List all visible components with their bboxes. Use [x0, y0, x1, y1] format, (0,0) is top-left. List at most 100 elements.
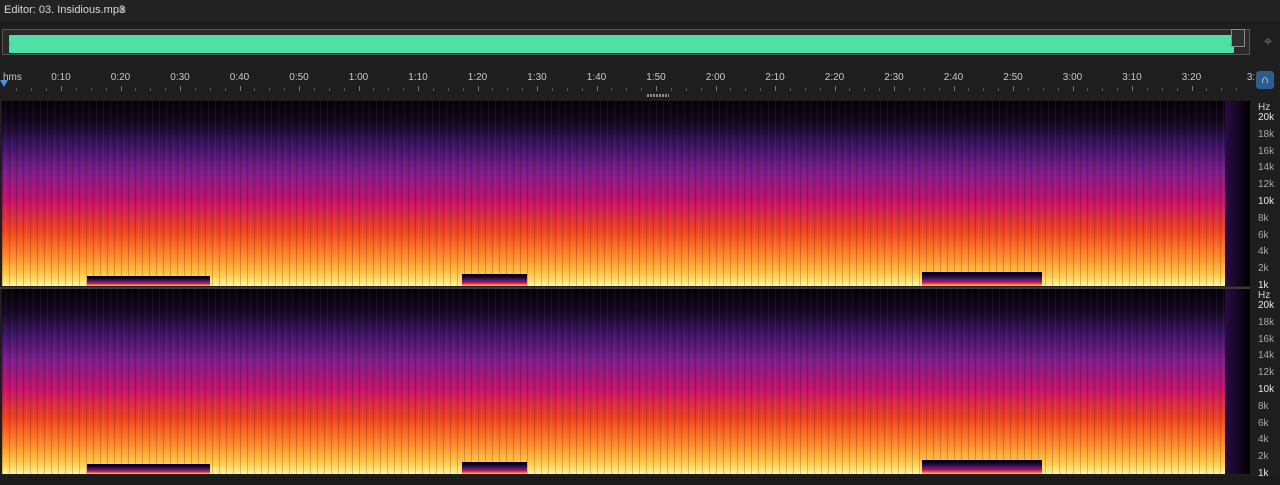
ruler-minor-tick [224, 88, 226, 91]
spectral-channel-left[interactable] [2, 101, 1250, 286]
frequency-label: 10k [1258, 384, 1275, 395]
ruler-minor-tick [16, 88, 18, 91]
quiet-region [462, 462, 527, 474]
ruler-time-label: 3:00 [1062, 72, 1083, 83]
frequency-label: 12k [1258, 179, 1275, 191]
time-ruler[interactable]: hms 0:10 0:20 0:30 0:40 0:50 1:00 1:10 1:20 1:30 1… [0, 68, 1255, 94]
waveform-overview[interactable] [0, 26, 1280, 60]
ruler-minor-tick [1146, 88, 1148, 91]
ruler-minor-tick [968, 88, 970, 91]
ruler-minor-tick [730, 88, 732, 91]
ruler-major-tick [1132, 86, 1133, 91]
ruler-minor-tick [1102, 88, 1104, 91]
ruler-time-label: 1:20 [467, 72, 488, 83]
ruler-minor-tick [745, 88, 747, 91]
ruler-major-tick [656, 86, 657, 91]
track-end-fade [1225, 101, 1250, 286]
ruler-time-label: 3: [1246, 72, 1256, 83]
ruler-time-label: 0:30 [170, 72, 190, 83]
overview-viewport[interactable] [2, 29, 1250, 55]
frequency-label: 14k [1258, 162, 1275, 174]
ruler-minor-tick [700, 88, 702, 91]
playhead-marker[interactable] [0, 80, 8, 87]
ruler-minor-tick [566, 88, 568, 91]
ruler-major-tick [61, 86, 62, 91]
ruler-minor-tick [849, 88, 851, 91]
ruler-minor-tick [194, 88, 196, 91]
ruler-time-label: 0:10 [51, 72, 71, 83]
ruler-minor-tick [313, 88, 315, 91]
frequency-label: 18k [1258, 128, 1275, 140]
ruler-minor-tick [209, 88, 211, 91]
track-end-fade [1225, 289, 1250, 474]
ruler-major-tick [120, 86, 122, 91]
ruler-major-tick [775, 86, 776, 91]
ruler-minor-tick [670, 88, 672, 91]
ruler-minor-tick [983, 88, 985, 91]
ruler-major-tick [894, 86, 895, 91]
ruler-minor-tick [641, 88, 643, 91]
ruler-minor-tick [1221, 88, 1223, 91]
frequency-label: 14k [1258, 350, 1275, 362]
ruler-minor-tick [1117, 88, 1119, 91]
ruler-time-label: 1:50 [646, 72, 666, 83]
ruler-time-label: 1:40 [586, 72, 607, 83]
ruler-major-tick [239, 86, 241, 91]
ruler-minor-tick [1161, 88, 1163, 91]
ruler-time-label: 2:50 [1003, 72, 1023, 83]
ruler-time-label: 1:30 [527, 72, 547, 83]
frequency-label: 6k [1258, 417, 1269, 429]
ruler-minor-tick [135, 88, 137, 91]
ruler-minor-tick [819, 88, 821, 91]
ruler-time-label: 1:10 [408, 72, 428, 83]
ruler-minor-tick [492, 88, 494, 91]
ruler-minor-tick [507, 88, 509, 91]
ruler-major-tick [715, 86, 717, 91]
frequency-label: 16k [1258, 333, 1275, 345]
editor-title: Editor: 03. Insidious.mp3 [4, 4, 126, 16]
ruler-major-tick [834, 86, 836, 91]
ruler-minor-tick [269, 88, 271, 91]
ruler-time-label: 2:10 [765, 72, 785, 83]
ruler-major-tick [358, 86, 360, 91]
quiet-region [87, 276, 210, 286]
ruler-time-label: 2:40 [943, 72, 964, 83]
ruler-major-tick [537, 86, 538, 91]
ruler-minor-tick [447, 88, 449, 91]
ruler-major-tick [1013, 86, 1014, 91]
editor-title-bar: Editor: 03. Insidious.mp3 ≡ [0, 0, 1280, 23]
panel-resize-grip[interactable] [647, 94, 669, 97]
ruler-major-tick [1191, 86, 1193, 91]
zoom-fit-icon[interactable]: ⌖ [1259, 33, 1277, 51]
frequency-label: 4k [1258, 246, 1269, 258]
ruler-minor-tick [522, 88, 524, 91]
ruler-minor-tick [373, 88, 375, 91]
hamburger-menu-icon[interactable]: ≡ [119, 4, 126, 16]
ruler-time-label: 1:00 [348, 72, 369, 83]
overview-end-handle[interactable] [1231, 29, 1245, 47]
ruler-minor-tick [90, 88, 92, 91]
ruler-time-label: 2:20 [824, 72, 845, 83]
ruler-minor-tick [551, 88, 553, 91]
frequency-scale-left: Hz 20k 18k 16k 14k 12k 10k 8k 6k 4k 2k 1k [1252, 101, 1280, 291]
ruler-minor-tick [165, 88, 167, 91]
ruler-major-tick [418, 86, 419, 91]
ruler-minor-tick [1087, 88, 1089, 91]
ruler-minor-tick [804, 88, 806, 91]
frequency-scale-right: Hz 20k 18k 16k 14k 12k 10k 8k 6k 4k 2k 1k [1252, 289, 1280, 479]
quiet-region [922, 460, 1042, 474]
ruler-minor-tick [611, 88, 613, 91]
overview-wave-right-channel [9, 44, 1234, 53]
magnet-snap-icon[interactable]: ∩ [1256, 71, 1274, 89]
ruler-time-label: 3:10 [1122, 72, 1142, 83]
spectral-channel-right[interactable] [2, 289, 1250, 474]
ruler-minor-tick [343, 88, 345, 91]
frequency-label: 20k [1258, 300, 1275, 311]
quiet-region [922, 272, 1042, 286]
ruler-minor-tick [462, 88, 464, 91]
ruler-minor-tick [31, 88, 33, 91]
frequency-label: 6k [1258, 229, 1269, 241]
ruler-minor-tick [626, 88, 628, 91]
ruler-minor-tick [864, 88, 866, 91]
frequency-label: 2k [1258, 263, 1269, 275]
